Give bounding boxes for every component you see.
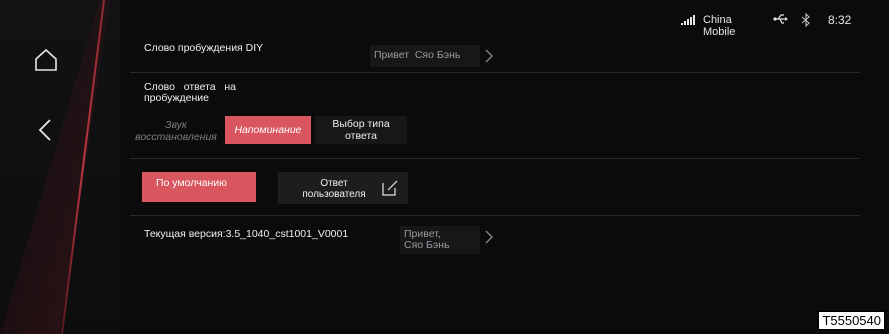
divider (130, 72, 860, 73)
wake-word-value: Привет Сяо Бэнь (374, 49, 461, 61)
version-value: Привет, Сяо Бэнь (404, 228, 462, 251)
tab-restore-sound[interactable]: Звук восстановления (130, 118, 222, 147)
watermark-label: T5550540 (818, 311, 885, 330)
signal-icon (681, 15, 695, 25)
back-button[interactable] (28, 112, 64, 148)
wake-word-label: Слово пробуждения DIY (144, 42, 264, 54)
bluetooth-icon (801, 13, 810, 27)
tab-response-type[interactable]: Выбор типа ответа (315, 118, 407, 146)
user-response-button[interactable]: Ответ пользователя (278, 172, 408, 204)
chevron-right-icon[interactable] (484, 230, 494, 244)
back-icon (38, 119, 51, 141)
divider (130, 215, 860, 216)
version-label: Текущая версия:3.5_1040_cst1001_V0001 (144, 228, 349, 240)
home-icon (35, 48, 57, 71)
tab-reminder[interactable]: Напоминание (225, 116, 311, 144)
default-response-button[interactable]: По умолчанию (142, 172, 256, 202)
response-word-label: Слово ответа на пробуждение (144, 81, 239, 104)
settings-screen: China Mobile 8:32 Слово пробуждения DIY … (0, 0, 889, 334)
status-bar: China Mobile 8:32 (681, 12, 881, 42)
wake-word-value-button[interactable]: Привет Сяо Бэнь (370, 45, 480, 67)
clock: 8:32 (828, 13, 852, 27)
edit-icon (382, 180, 398, 196)
carrier-name: China Mobile (703, 14, 736, 38)
version-value-button[interactable]: Привет, Сяо Бэнь (400, 226, 480, 254)
home-button[interactable] (28, 42, 64, 78)
chevron-right-icon[interactable] (484, 49, 494, 63)
divider (130, 158, 860, 159)
user-response-label: Ответ пользователя (302, 178, 366, 200)
usb-icon (773, 14, 788, 24)
